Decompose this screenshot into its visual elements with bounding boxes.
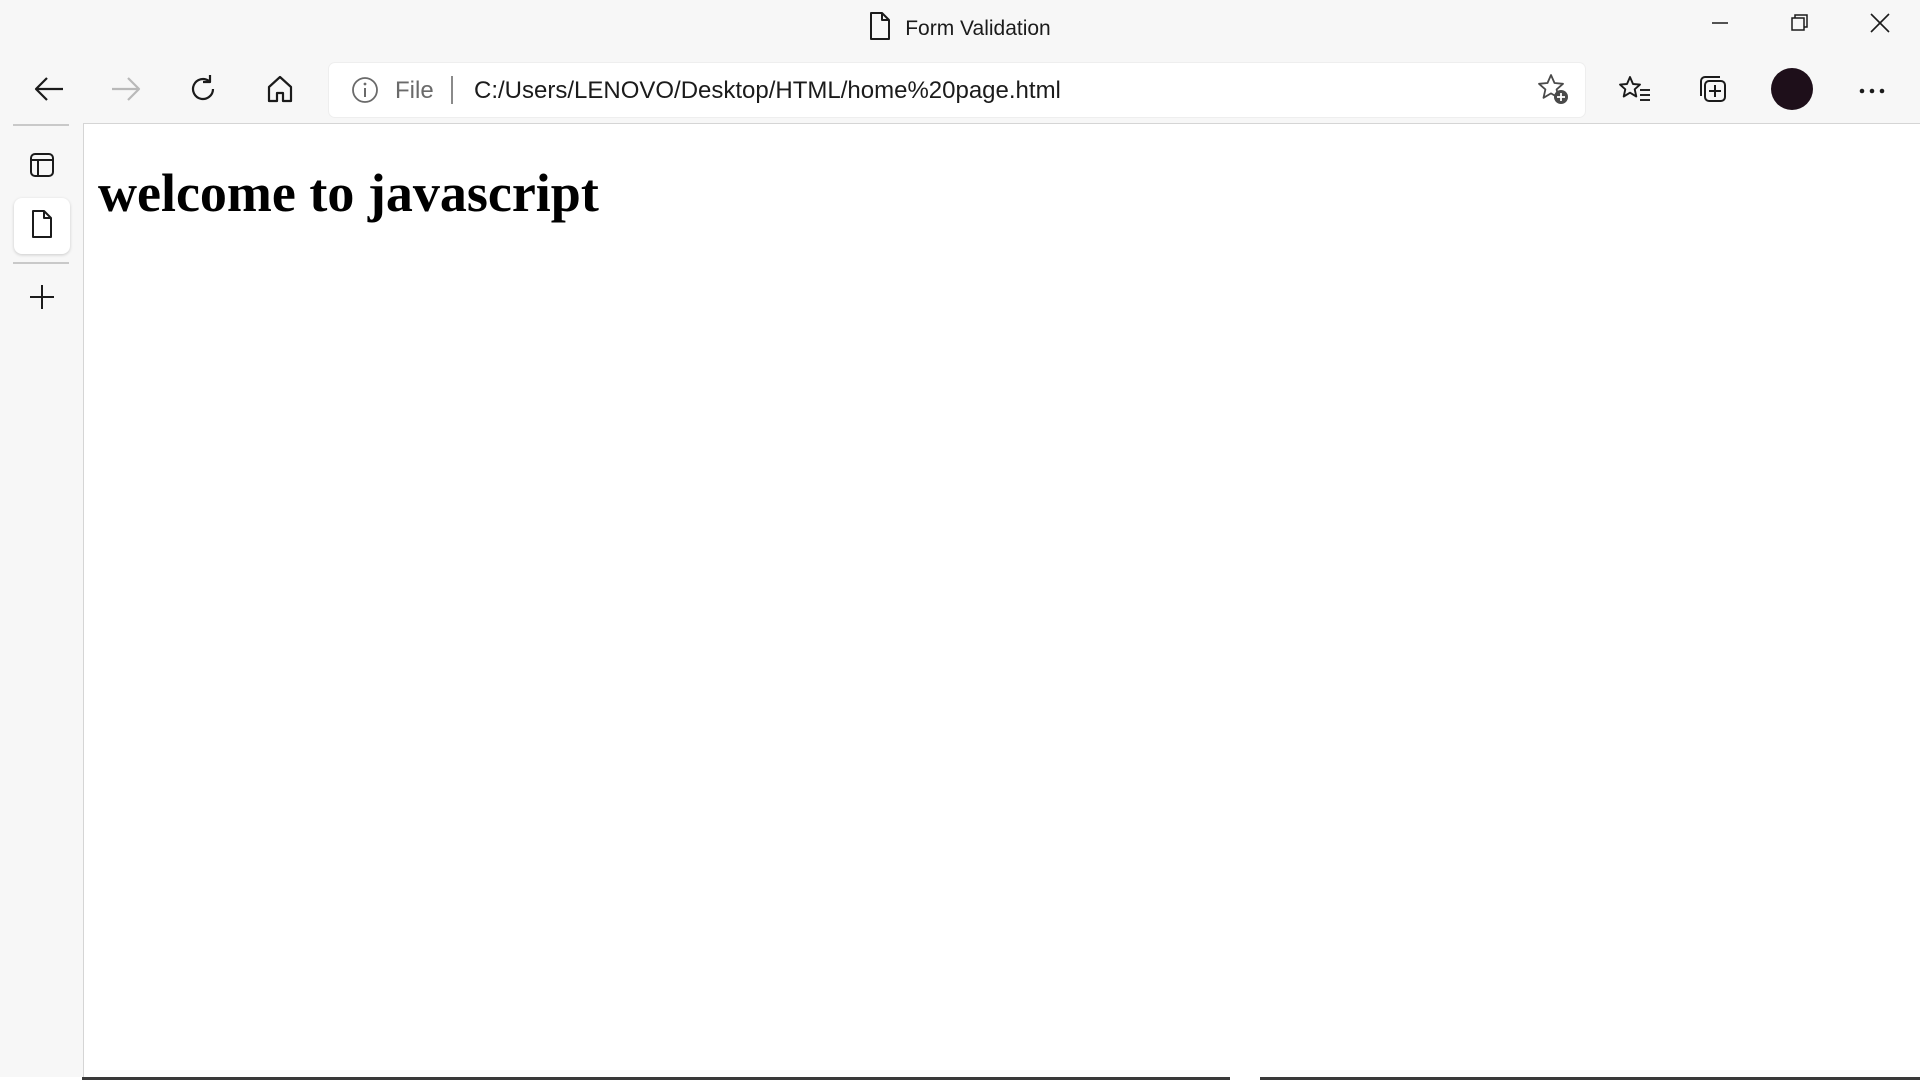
page-heading: welcome to javascript [98, 163, 599, 223]
address-bar[interactable]: File C:/Users/LENOVO/Desktop/HTML/home%2… [329, 63, 1585, 117]
forward-arrow-icon [110, 75, 142, 108]
back-button[interactable] [24, 66, 74, 116]
refresh-button[interactable] [178, 66, 228, 116]
profile-avatar[interactable] [1771, 68, 1813, 110]
forward-button[interactable] [101, 66, 151, 116]
maximize-button[interactable] [1760, 0, 1840, 50]
home-button[interactable] [255, 66, 305, 116]
home-icon [265, 74, 295, 109]
close-icon [1869, 12, 1891, 39]
title-bar: Form Validation [0, 0, 1920, 58]
browser-toolbar: File C:/Users/LENOVO/Desktop/HTML/home%2… [0, 58, 1920, 124]
new-tab-button[interactable] [14, 271, 70, 327]
refresh-icon [187, 73, 219, 110]
new-tab-plus-icon [28, 283, 56, 316]
info-icon[interactable] [351, 76, 379, 109]
address-scheme-label: File [395, 77, 434, 104]
sidebar-top-divider [13, 124, 69, 126]
add-favorite-button[interactable] [1533, 71, 1573, 111]
back-arrow-icon [33, 75, 65, 108]
vertical-tabs-sidebar [0, 124, 83, 1080]
page-content: welcome to javascript [83, 123, 1920, 1080]
restore-icon [1790, 13, 1810, 38]
collections-button[interactable] [1688, 66, 1738, 116]
minimize-button[interactable] [1680, 0, 1760, 50]
add-favorite-icon [1536, 72, 1570, 111]
window-title-group: Form Validation [0, 12, 1920, 45]
collections-icon [1697, 73, 1729, 110]
sidebar-divider [13, 262, 69, 264]
tab-actions-button[interactable] [14, 139, 70, 195]
vertical-tab-document[interactable] [14, 198, 70, 254]
document-tab-icon [30, 209, 54, 244]
tab-actions-icon [28, 151, 56, 184]
minimize-icon [1710, 13, 1730, 38]
window-title: Form Validation [905, 16, 1051, 40]
favorites-button[interactable] [1610, 66, 1660, 116]
document-icon [869, 12, 891, 45]
favorites-icon [1618, 74, 1652, 109]
more-icon [1858, 82, 1886, 100]
url-text[interactable]: C:/Users/LENOVO/Desktop/HTML/home%20page… [474, 77, 1061, 105]
close-button[interactable] [1840, 0, 1920, 50]
more-button[interactable] [1847, 66, 1897, 116]
address-separator [451, 76, 453, 104]
